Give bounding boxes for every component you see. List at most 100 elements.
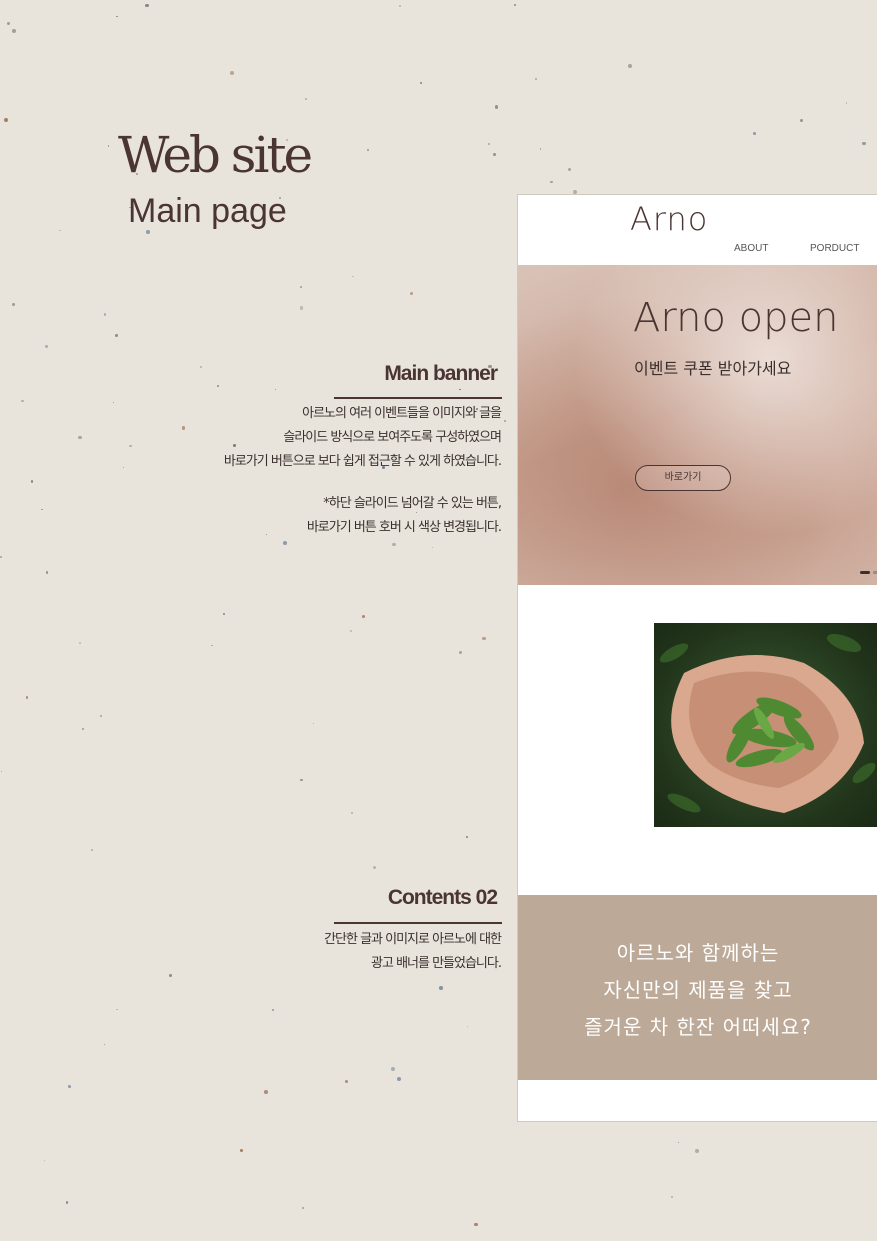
nav-item-product[interactable]: PORDUCT	[810, 243, 859, 254]
banner-title: Arno open	[633, 295, 839, 341]
promo-banner: 아르노와 함께하는 자신만의 제품을 찾고 즐거운 차 한잔 어떠세요?	[518, 895, 877, 1080]
paper-speck	[535, 77, 538, 80]
slide-dot-active[interactable]	[860, 571, 870, 574]
paper-speck	[123, 466, 125, 468]
note-divider	[334, 922, 502, 924]
paper-speck	[45, 571, 49, 575]
nav-item-about[interactable]: ABOUT	[734, 243, 768, 254]
paper-speck	[4, 118, 9, 123]
paper-speck	[103, 1043, 106, 1046]
paper-speck	[398, 4, 402, 8]
paper-speck	[420, 82, 422, 84]
paper-speck	[345, 1079, 349, 1083]
page-title: Web site	[118, 126, 313, 184]
paper-speck	[304, 98, 307, 101]
paper-speck	[68, 1085, 71, 1088]
paper-speck	[482, 636, 486, 641]
note-main-banner-extra: *하단 슬라이드 넘어갈 수 있는 버튼, 바로가기 버튼 호버 시 색상 변경…	[306, 492, 502, 540]
paper-speck	[494, 105, 499, 109]
paper-speck	[313, 723, 315, 725]
paper-speck	[694, 1149, 699, 1154]
paper-speck	[211, 644, 214, 647]
note-title-contents-02: Contents 02	[387, 886, 498, 909]
banner-subtitle: 이벤트 쿠폰 받아가세요	[634, 359, 792, 378]
paper-speck	[349, 629, 352, 632]
paper-speck	[116, 1008, 118, 1010]
paper-speck	[458, 651, 462, 655]
page-subtitle: Main page	[128, 192, 287, 230]
paper-speck	[114, 333, 118, 338]
paper-speck	[474, 1222, 478, 1227]
paper-speck	[539, 148, 542, 150]
paper-speck	[351, 812, 354, 815]
paper-speck	[465, 835, 469, 839]
note-main-banner-text: 아르노의 여러 이벤트들을 이미지와 글을 슬라이드 방식으로 보여주도록 구성…	[224, 402, 502, 474]
paper-speck	[467, 1025, 469, 1028]
slide-dot[interactable]	[873, 571, 877, 574]
paper-speck	[391, 1066, 396, 1071]
main-banner: Arno open 이벤트 쿠폰 받아가세요 바로가기	[518, 265, 877, 585]
paper-speck	[20, 399, 24, 403]
note-divider	[334, 397, 502, 399]
note-line: 아르노의 여러 이벤트들을 이미지와 글을	[302, 406, 502, 421]
paper-speck	[45, 345, 48, 348]
tea-leaves-image	[654, 623, 877, 827]
paper-speck	[352, 275, 354, 277]
paper-speck	[91, 848, 94, 851]
note-line: 바로가기 버튼 호버 시 색상 변경됩니다.	[306, 520, 502, 535]
paper-speck	[78, 641, 81, 644]
paper-speck	[113, 401, 115, 403]
promo-line: 자신만의 제품을 찾고	[603, 978, 793, 1002]
paper-speck	[107, 145, 110, 148]
paper-speck	[514, 4, 516, 7]
paper-speck	[799, 119, 803, 123]
paper-speck	[301, 1207, 304, 1210]
paper-speck	[43, 1159, 46, 1162]
paper-speck	[82, 728, 84, 730]
paper-speck	[396, 1077, 401, 1082]
promo-text: 아르노와 함께하는 자신만의 제품을 찾고 즐거운 차 한잔 어떠세요?	[518, 935, 877, 1046]
paper-speck	[299, 306, 304, 310]
paper-speck	[271, 1008, 275, 1012]
site-logo[interactable]: Arno	[630, 200, 708, 238]
paper-speck	[439, 986, 443, 990]
paper-speck	[670, 1195, 674, 1199]
paper-speck	[493, 152, 497, 156]
note-line: *하단 슬라이드 넘어갈 수 있는 버튼,	[323, 496, 502, 511]
paper-speck	[265, 534, 267, 536]
paper-speck	[0, 770, 3, 773]
paper-speck	[264, 1090, 268, 1095]
note-line: 간단한 글과 이미지로 아르노에 대한	[324, 932, 502, 947]
paper-speck	[677, 1142, 680, 1144]
paper-speck	[11, 302, 15, 307]
paper-speck	[12, 28, 17, 33]
paper-speck	[0, 556, 2, 559]
paper-speck	[239, 1148, 243, 1153]
note-contents-02-text: 간단한 글과 이미지로 아르노에 대한 광고 배너를 만들었습니다.	[324, 928, 502, 976]
paper-speck	[282, 541, 287, 546]
paper-speck	[103, 313, 107, 316]
website-mockup: Arno ABOUT PORDUCT Arno open 이벤트 쿠폰 받아가세…	[517, 194, 877, 1122]
paper-speck	[217, 384, 220, 387]
paper-speck	[100, 715, 103, 718]
paper-speck	[300, 286, 302, 289]
paper-speck	[846, 102, 848, 104]
paper-speck	[361, 614, 366, 619]
paper-speck	[230, 71, 235, 76]
promo-line: 즐거운 차 한잔 어떠세요?	[584, 1015, 812, 1039]
paper-speck	[6, 22, 10, 26]
paper-speck	[223, 613, 225, 615]
paper-speck	[30, 480, 34, 483]
paper-speck	[274, 388, 276, 390]
paper-speck	[459, 388, 461, 391]
paper-speck	[59, 230, 61, 232]
paper-speck	[41, 509, 43, 511]
paper-speck	[862, 141, 866, 145]
paper-speck	[550, 180, 553, 184]
paper-speck	[129, 444, 132, 448]
paper-speck	[504, 419, 507, 422]
paper-speck	[25, 696, 29, 699]
paper-speck	[628, 63, 632, 68]
paper-speck	[392, 542, 396, 547]
shortcut-button[interactable]: 바로가기	[635, 465, 731, 491]
